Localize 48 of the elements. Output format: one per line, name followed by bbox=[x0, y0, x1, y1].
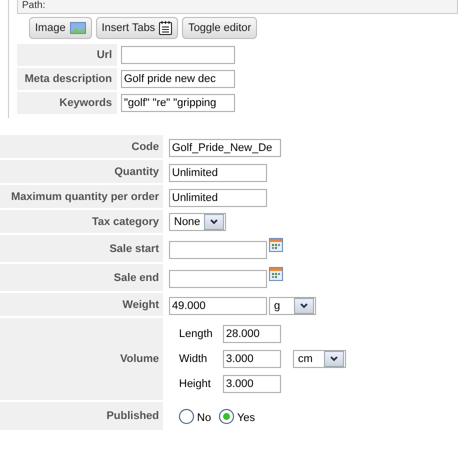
date-field[interactable] bbox=[169, 240, 267, 258]
text-field[interactable]: "golf" "re" "gripping bbox=[121, 94, 235, 112]
text-field[interactable]: 49.000 bbox=[169, 296, 267, 314]
dimension-label: Width bbox=[179, 352, 208, 365]
picture-icon bbox=[70, 22, 86, 34]
field-label: Tax category bbox=[0, 210, 163, 233]
radio-label: Yes bbox=[237, 412, 256, 424]
text-field[interactable]: Golf pride new dec bbox=[121, 70, 235, 88]
select-field[interactable]: None bbox=[169, 212, 226, 230]
document-icon bbox=[159, 21, 172, 35]
text-field[interactable]: Golf_Pride_New_De bbox=[169, 138, 281, 156]
editor-button[interactable]: Toggle editor bbox=[182, 17, 258, 39]
field-label: Sale end bbox=[0, 264, 163, 291]
path-bar: Path: bbox=[17, 0, 458, 14]
calendar-icon[interactable] bbox=[269, 267, 283, 281]
dropdown-button[interactable] bbox=[204, 214, 224, 230]
select-field[interactable]: g bbox=[269, 296, 316, 314]
dimension-label: Length bbox=[179, 328, 214, 340]
radio-button[interactable] bbox=[179, 408, 194, 424]
field-label: Quantity bbox=[0, 160, 163, 183]
text-field[interactable]: Unlimited bbox=[169, 188, 267, 206]
dropdown-button[interactable] bbox=[294, 298, 314, 314]
radio-label: No bbox=[197, 412, 212, 424]
select-field[interactable]: cm bbox=[293, 350, 346, 368]
text-field[interactable] bbox=[121, 46, 235, 64]
caret-icon bbox=[300, 302, 308, 308]
radio-button[interactable] bbox=[219, 408, 234, 424]
field-label: Published bbox=[0, 402, 163, 430]
field-label: Weight bbox=[0, 293, 163, 316]
text-field[interactable]: 28.000 bbox=[223, 324, 281, 343]
dropdown-button[interactable] bbox=[324, 350, 344, 367]
field-label: Keywords bbox=[17, 92, 117, 114]
field-label: Url bbox=[17, 44, 117, 66]
editor-button[interactable]: Image bbox=[29, 17, 92, 39]
field-label: Volume bbox=[0, 318, 163, 400]
text-field[interactable]: Unlimited bbox=[169, 164, 267, 182]
date-field[interactable] bbox=[169, 270, 267, 288]
editor-button[interactable]: Insert Tabs bbox=[96, 17, 178, 39]
field-label: Maximum quantity per order bbox=[0, 185, 163, 208]
calendar-icon[interactable] bbox=[269, 238, 283, 252]
field-label: Sale start bbox=[0, 235, 163, 262]
caret-icon bbox=[330, 356, 338, 362]
field-label: Meta description bbox=[17, 68, 117, 90]
text-field[interactable]: 3.000 bbox=[223, 350, 281, 368]
caret-icon bbox=[210, 218, 218, 224]
dimension-label: Height bbox=[179, 378, 212, 390]
field-label: Code bbox=[0, 135, 163, 158]
text-field[interactable]: 3.000 bbox=[223, 375, 281, 394]
